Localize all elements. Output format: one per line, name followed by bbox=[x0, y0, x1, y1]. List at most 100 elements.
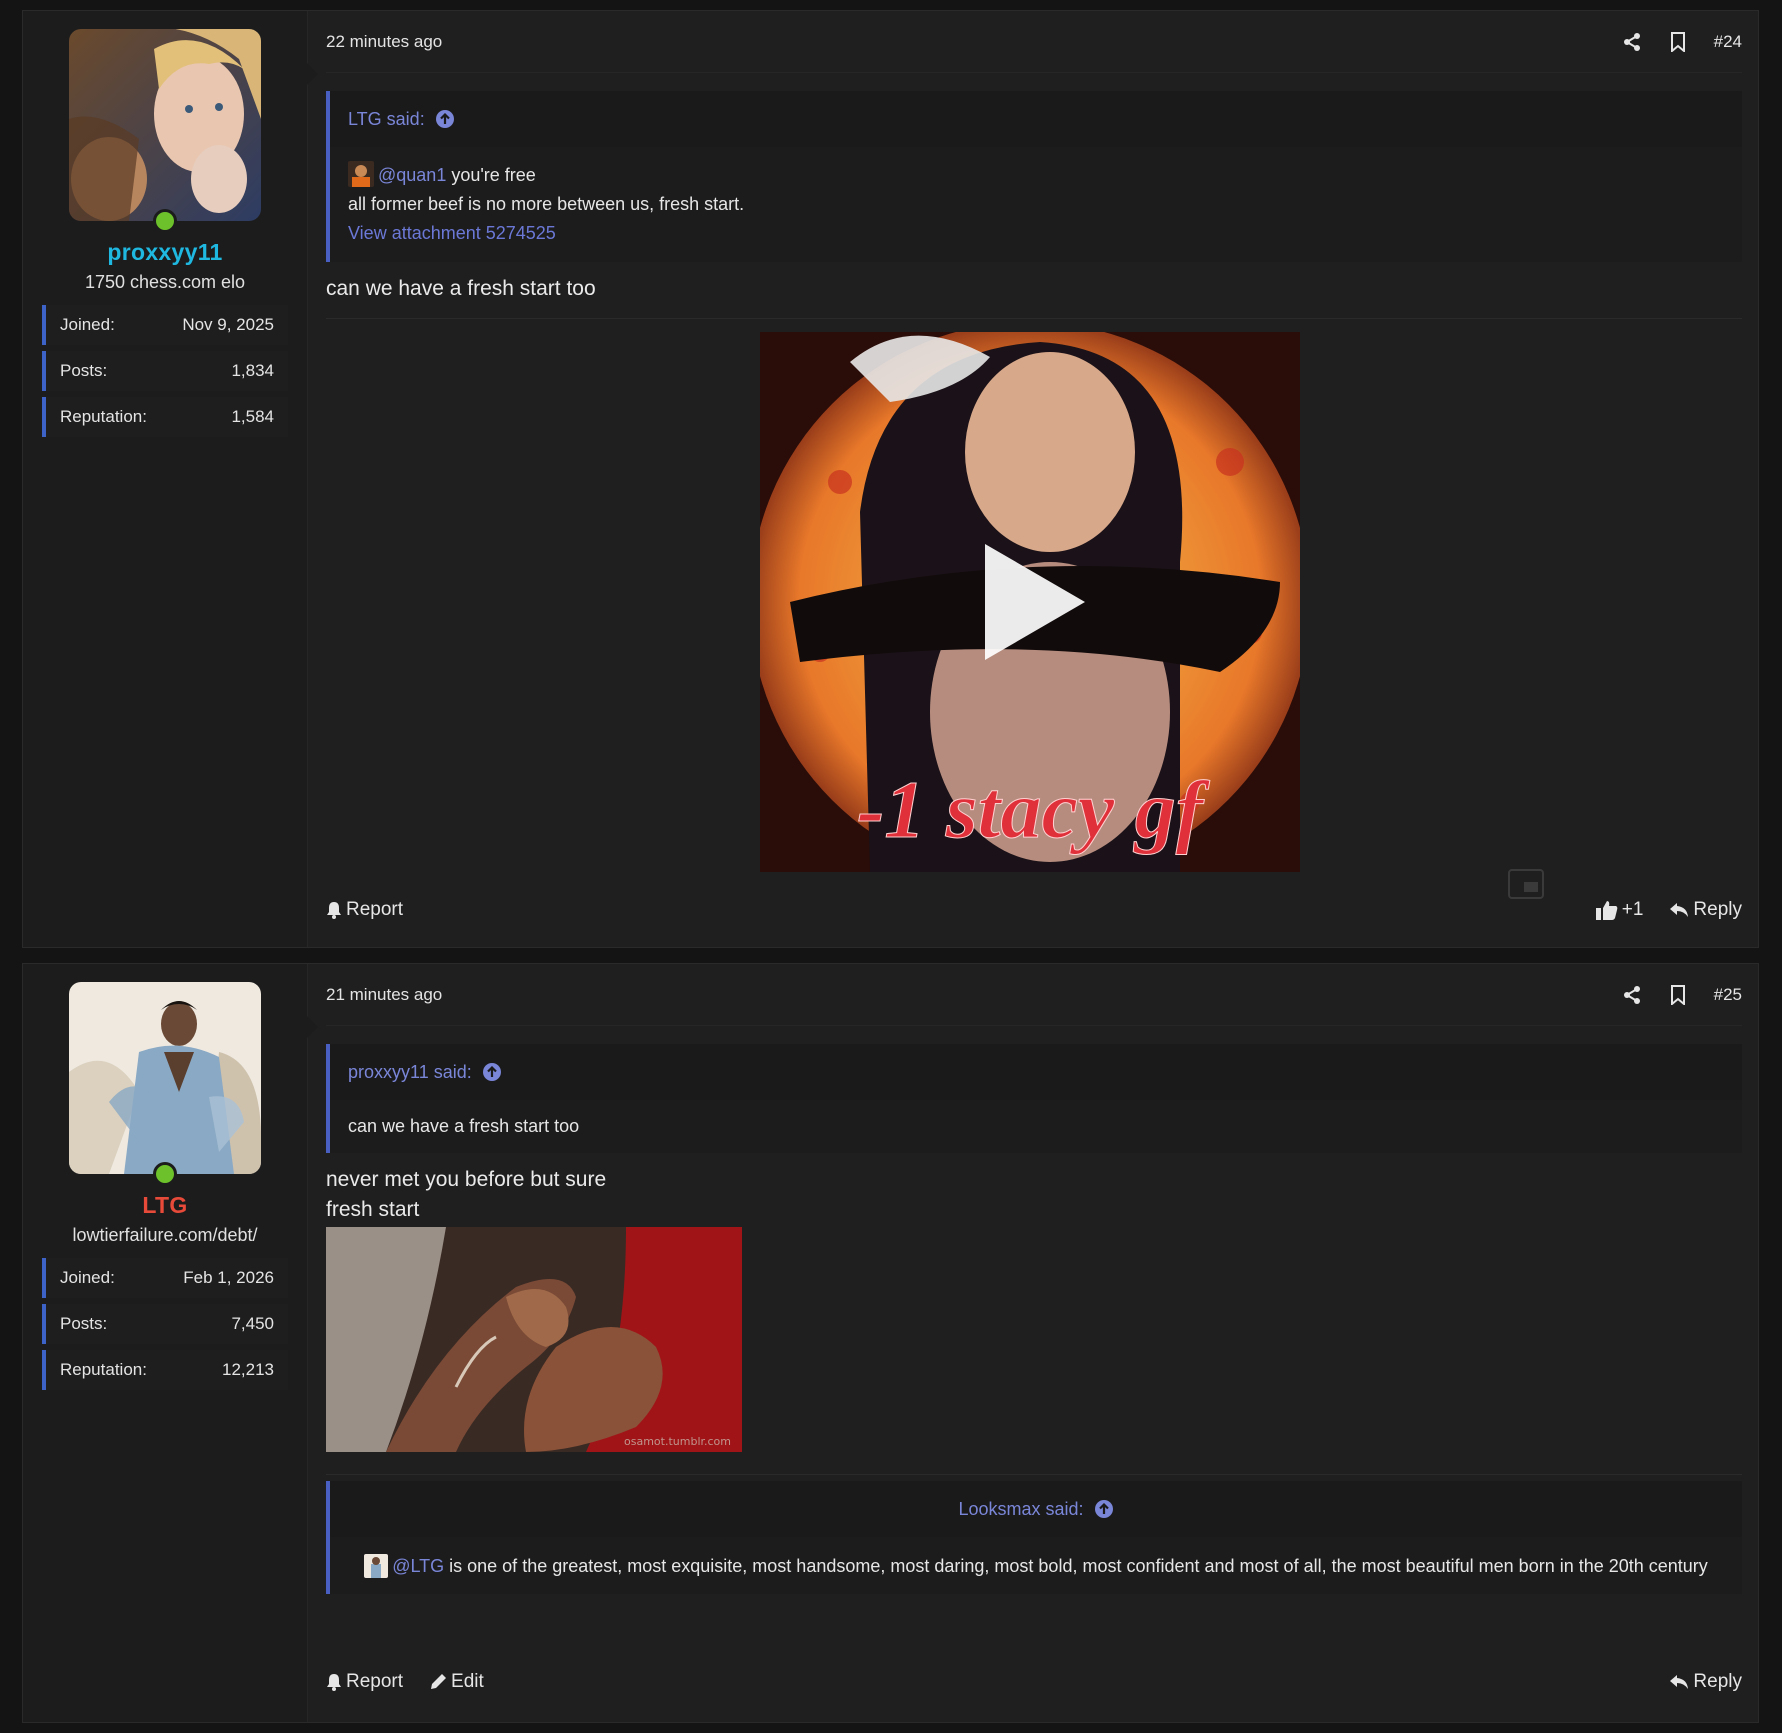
gif-image[interactable]: osamot.tumblr.com bbox=[326, 1227, 742, 1452]
user-title: 1750 chess.com elo bbox=[84, 272, 246, 292]
video-thumbnail: -1 stacy gf bbox=[760, 332, 1300, 872]
quote-body: @LTG is one of the greatest, most exquis… bbox=[330, 1537, 1742, 1594]
reply-label: Reply bbox=[1693, 899, 1742, 920]
post-number[interactable]: #25 bbox=[1714, 985, 1742, 1005]
post-content: 21 minutes ago #25 proxxyy11 said: can w bbox=[308, 964, 1758, 1722]
attachment-link[interactable]: View attachment 5274525 bbox=[348, 219, 1724, 248]
stat-value: Nov 9, 2025 bbox=[182, 315, 274, 334]
reply-label: Reply bbox=[1693, 1671, 1742, 1692]
like-button[interactable]: +1 bbox=[1595, 899, 1644, 921]
stat-value: 12,213 bbox=[222, 1360, 274, 1379]
bookmark-icon[interactable] bbox=[1670, 984, 1686, 1005]
post-footer: Report Edit Reply bbox=[326, 1671, 1742, 1693]
share-icon[interactable] bbox=[1622, 985, 1642, 1005]
stat-label: Reputation: bbox=[60, 1360, 147, 1379]
stat-value: 1,834 bbox=[231, 361, 274, 380]
user-title: lowtierfailure.com/debt/ bbox=[72, 1225, 258, 1245]
post-timestamp[interactable]: 21 minutes ago bbox=[326, 985, 442, 1005]
share-icon[interactable] bbox=[1622, 32, 1642, 52]
thumbs-up-icon bbox=[1595, 901, 1618, 920]
post-message: can we have a fresh start too bbox=[326, 277, 596, 300]
username[interactable]: proxxyy11 bbox=[107, 239, 222, 266]
handshake-gif: osamot.tumblr.com bbox=[326, 1227, 742, 1452]
stat-posts: Posts: 1,834 bbox=[42, 351, 288, 391]
mention-link[interactable]: @LTG bbox=[392, 1556, 444, 1576]
stat-reputation: Reputation: 1,584 bbox=[42, 397, 288, 437]
report-button[interactable]: Report bbox=[326, 899, 403, 921]
edit-button[interactable]: Edit bbox=[429, 1671, 484, 1693]
quote-body: @quan1 you're free all former beef is no… bbox=[330, 147, 1742, 262]
arrow-up-circle-icon[interactable] bbox=[482, 1062, 502, 1082]
stat-value: Feb 1, 2026 bbox=[183, 1268, 274, 1287]
stat-reputation: Reputation: 12,213 bbox=[42, 1350, 288, 1390]
footer-left: Report bbox=[326, 899, 403, 921]
post-footer: Report +1 Reply bbox=[326, 899, 1742, 921]
quote-text: you're free bbox=[446, 165, 536, 185]
user-stats: Joined: Nov 9, 2025 Posts: 1,834 Reputat… bbox=[42, 305, 288, 443]
quote-author[interactable]: proxxyy11 said: bbox=[348, 1062, 472, 1083]
post-content: 22 minutes ago #24 LTG said: @quan1 you'… bbox=[308, 11, 1758, 947]
report-button[interactable]: Report bbox=[326, 1671, 403, 1693]
username[interactable]: LTG bbox=[142, 1192, 187, 1219]
post-tools: #24 bbox=[1622, 31, 1742, 52]
reply-icon bbox=[1670, 903, 1689, 917]
post-message-line: never met you before but sure bbox=[326, 1168, 607, 1191]
mention-avatar bbox=[364, 1554, 389, 1578]
reply-button[interactable]: Reply bbox=[1669, 1671, 1742, 1693]
post-tools: #25 bbox=[1622, 984, 1742, 1005]
post-header: 21 minutes ago #25 bbox=[326, 964, 1742, 1026]
user-sidebar: LTG lowtierfailure.com/debt/ Joined: Feb… bbox=[23, 964, 318, 1722]
pencil-icon bbox=[431, 1674, 447, 1689]
picture-in-picture-icon[interactable] bbox=[1508, 869, 1544, 899]
user-sidebar: proxxyy11 1750 chess.com elo Joined: Nov… bbox=[23, 11, 318, 947]
post-message-line: fresh start bbox=[326, 1198, 420, 1221]
post-number[interactable]: #24 bbox=[1714, 32, 1742, 52]
like-count: +1 bbox=[1621, 899, 1644, 920]
avatar-image bbox=[69, 29, 261, 221]
avatar-image bbox=[69, 982, 261, 1174]
mention-link[interactable]: @quan1 bbox=[378, 165, 446, 185]
bell-icon bbox=[327, 902, 341, 919]
footer-right: Reply bbox=[1669, 1671, 1742, 1693]
divider bbox=[326, 1474, 1742, 1475]
reply-icon bbox=[1670, 1675, 1689, 1689]
stat-joined: Joined: Nov 9, 2025 bbox=[42, 305, 288, 345]
quote-block: proxxyy11 said: can we have a fresh star… bbox=[326, 1044, 1742, 1153]
user-stats: Joined: Feb 1, 2026 Posts: 7,450 Reputat… bbox=[42, 1258, 288, 1396]
quote-author[interactable]: Looksmax said: bbox=[958, 1499, 1083, 1520]
stat-label: Reputation: bbox=[60, 407, 147, 426]
report-label: Report bbox=[346, 899, 404, 920]
stat-joined: Joined: Feb 1, 2026 bbox=[42, 1258, 288, 1298]
thread: proxxyy11 1750 chess.com elo Joined: Nov… bbox=[0, 0, 1782, 1733]
video-player[interactable]: -1 stacy gf bbox=[760, 332, 1300, 872]
footer-right: +1 Reply bbox=[1595, 899, 1742, 921]
quote-header[interactable]: Looksmax said: bbox=[330, 1481, 1742, 1537]
stat-label: Posts: bbox=[60, 1314, 108, 1333]
avatar[interactable] bbox=[69, 982, 261, 1174]
avatar[interactable] bbox=[69, 29, 261, 221]
quote-line: all former beef is no more between us, f… bbox=[348, 194, 745, 214]
quote-header[interactable]: LTG said: bbox=[330, 91, 1742, 147]
report-label: Report bbox=[346, 1671, 404, 1692]
edit-label: Edit bbox=[451, 1671, 484, 1692]
quote-line: @quan1 you're free bbox=[348, 161, 1724, 190]
signature-quote: Looksmax said: @LTG is one of the greate… bbox=[326, 1481, 1742, 1594]
online-status-dot bbox=[153, 1162, 177, 1186]
arrow-up-circle-icon[interactable] bbox=[1094, 1499, 1114, 1519]
post-25: LTG lowtierfailure.com/debt/ Joined: Feb… bbox=[22, 963, 1759, 1723]
avatar-wrap bbox=[69, 982, 261, 1186]
quote-author[interactable]: LTG said: bbox=[348, 109, 425, 130]
bookmark-icon[interactable] bbox=[1670, 31, 1686, 52]
arrow-up-circle-icon[interactable] bbox=[435, 109, 455, 129]
quote-header[interactable]: proxxyy11 said: bbox=[330, 1044, 1742, 1100]
stat-label: Joined: bbox=[60, 315, 115, 334]
avatar-wrap bbox=[69, 29, 261, 233]
reply-button[interactable]: Reply bbox=[1669, 899, 1742, 921]
bell-icon bbox=[327, 1674, 341, 1691]
divider bbox=[326, 318, 1742, 319]
stat-value: 1,584 bbox=[231, 407, 274, 426]
quote-text: is one of the greatest, most exquisite, … bbox=[444, 1556, 1708, 1576]
gif-watermark: osamot.tumblr.com bbox=[624, 1435, 731, 1448]
online-status-dot bbox=[153, 209, 177, 233]
post-timestamp[interactable]: 22 minutes ago bbox=[326, 32, 442, 52]
